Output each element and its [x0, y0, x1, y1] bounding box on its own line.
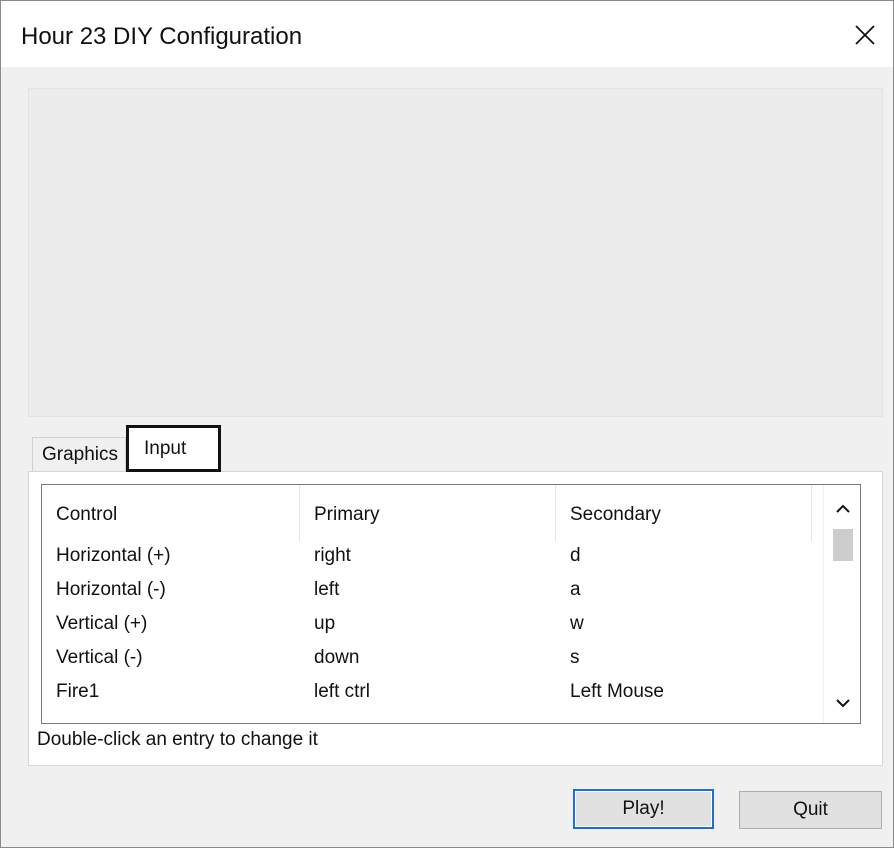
scroll-thumb[interactable]	[833, 529, 853, 561]
column-header-secondary[interactable]: Secondary	[556, 485, 812, 541]
cell-control: Vertical (+)	[56, 613, 148, 634]
cell-secondary: s	[570, 647, 580, 668]
scroll-up-button[interactable]	[824, 495, 860, 523]
cell-control: Horizontal (-)	[56, 579, 166, 600]
hint-text: Double-click an entry to change it	[37, 729, 318, 750]
list-row[interactable]: Horizontal (-) left a	[42, 575, 823, 609]
dialog-client-area: Graphics Input Control Primary Secondary…	[1, 67, 893, 847]
tab-input[interactable]: Input	[126, 425, 221, 472]
tab-graphics[interactable]: Graphics	[32, 437, 126, 473]
close-button[interactable]	[843, 15, 887, 55]
tab-graphics-label: Graphics	[42, 444, 119, 465]
list-row[interactable]: Vertical (+) up w	[42, 609, 823, 643]
cell-secondary: a	[570, 579, 581, 600]
list-row[interactable]: Fire1 left ctrl Left Mouse	[42, 677, 823, 711]
cell-primary: down	[314, 647, 360, 668]
cell-primary: left	[314, 579, 340, 600]
scroll-down-button[interactable]	[824, 689, 860, 717]
cell-primary: left ctrl	[314, 681, 370, 702]
cell-secondary: Left Mouse	[570, 681, 664, 702]
cell-control: Vertical (-)	[56, 647, 143, 668]
cell-control: Fire1	[56, 681, 100, 702]
input-bindings-list[interactable]: Control Primary Secondary Horizontal (+)…	[41, 484, 861, 724]
config-dialog-window: Hour 23 DIY Configuration Graphics Input…	[0, 0, 894, 848]
column-header-control[interactable]: Control	[42, 485, 300, 541]
cell-control: Horizontal (+)	[56, 545, 171, 566]
banner-image-area	[28, 88, 883, 417]
cell-secondary: w	[570, 613, 584, 634]
input-tab-panel: Control Primary Secondary Horizontal (+)…	[28, 471, 883, 766]
close-icon	[855, 25, 875, 45]
chevron-up-icon	[835, 504, 850, 513]
chevron-down-icon	[835, 699, 850, 708]
column-header-primary[interactable]: Primary	[300, 485, 556, 541]
list-row[interactable]: Vertical (-) down s	[42, 643, 823, 677]
title-bar[interactable]: Hour 23 DIY Configuration	[1, 1, 893, 67]
vertical-scrollbar[interactable]	[823, 485, 860, 723]
window-title: Hour 23 DIY Configuration	[21, 23, 303, 50]
list-header: Control Primary Secondary	[42, 485, 823, 541]
tab-input-label: Input	[144, 438, 187, 459]
play-button[interactable]: Play!	[573, 789, 714, 829]
list-body: Horizontal (+) right d Horizontal (-) le…	[42, 541, 823, 711]
quit-button[interactable]: Quit	[739, 791, 882, 829]
list-row[interactable]: Horizontal (+) right d	[42, 541, 823, 575]
cell-secondary: d	[570, 545, 581, 566]
cell-primary: up	[314, 613, 336, 634]
cell-primary: right	[314, 545, 351, 566]
